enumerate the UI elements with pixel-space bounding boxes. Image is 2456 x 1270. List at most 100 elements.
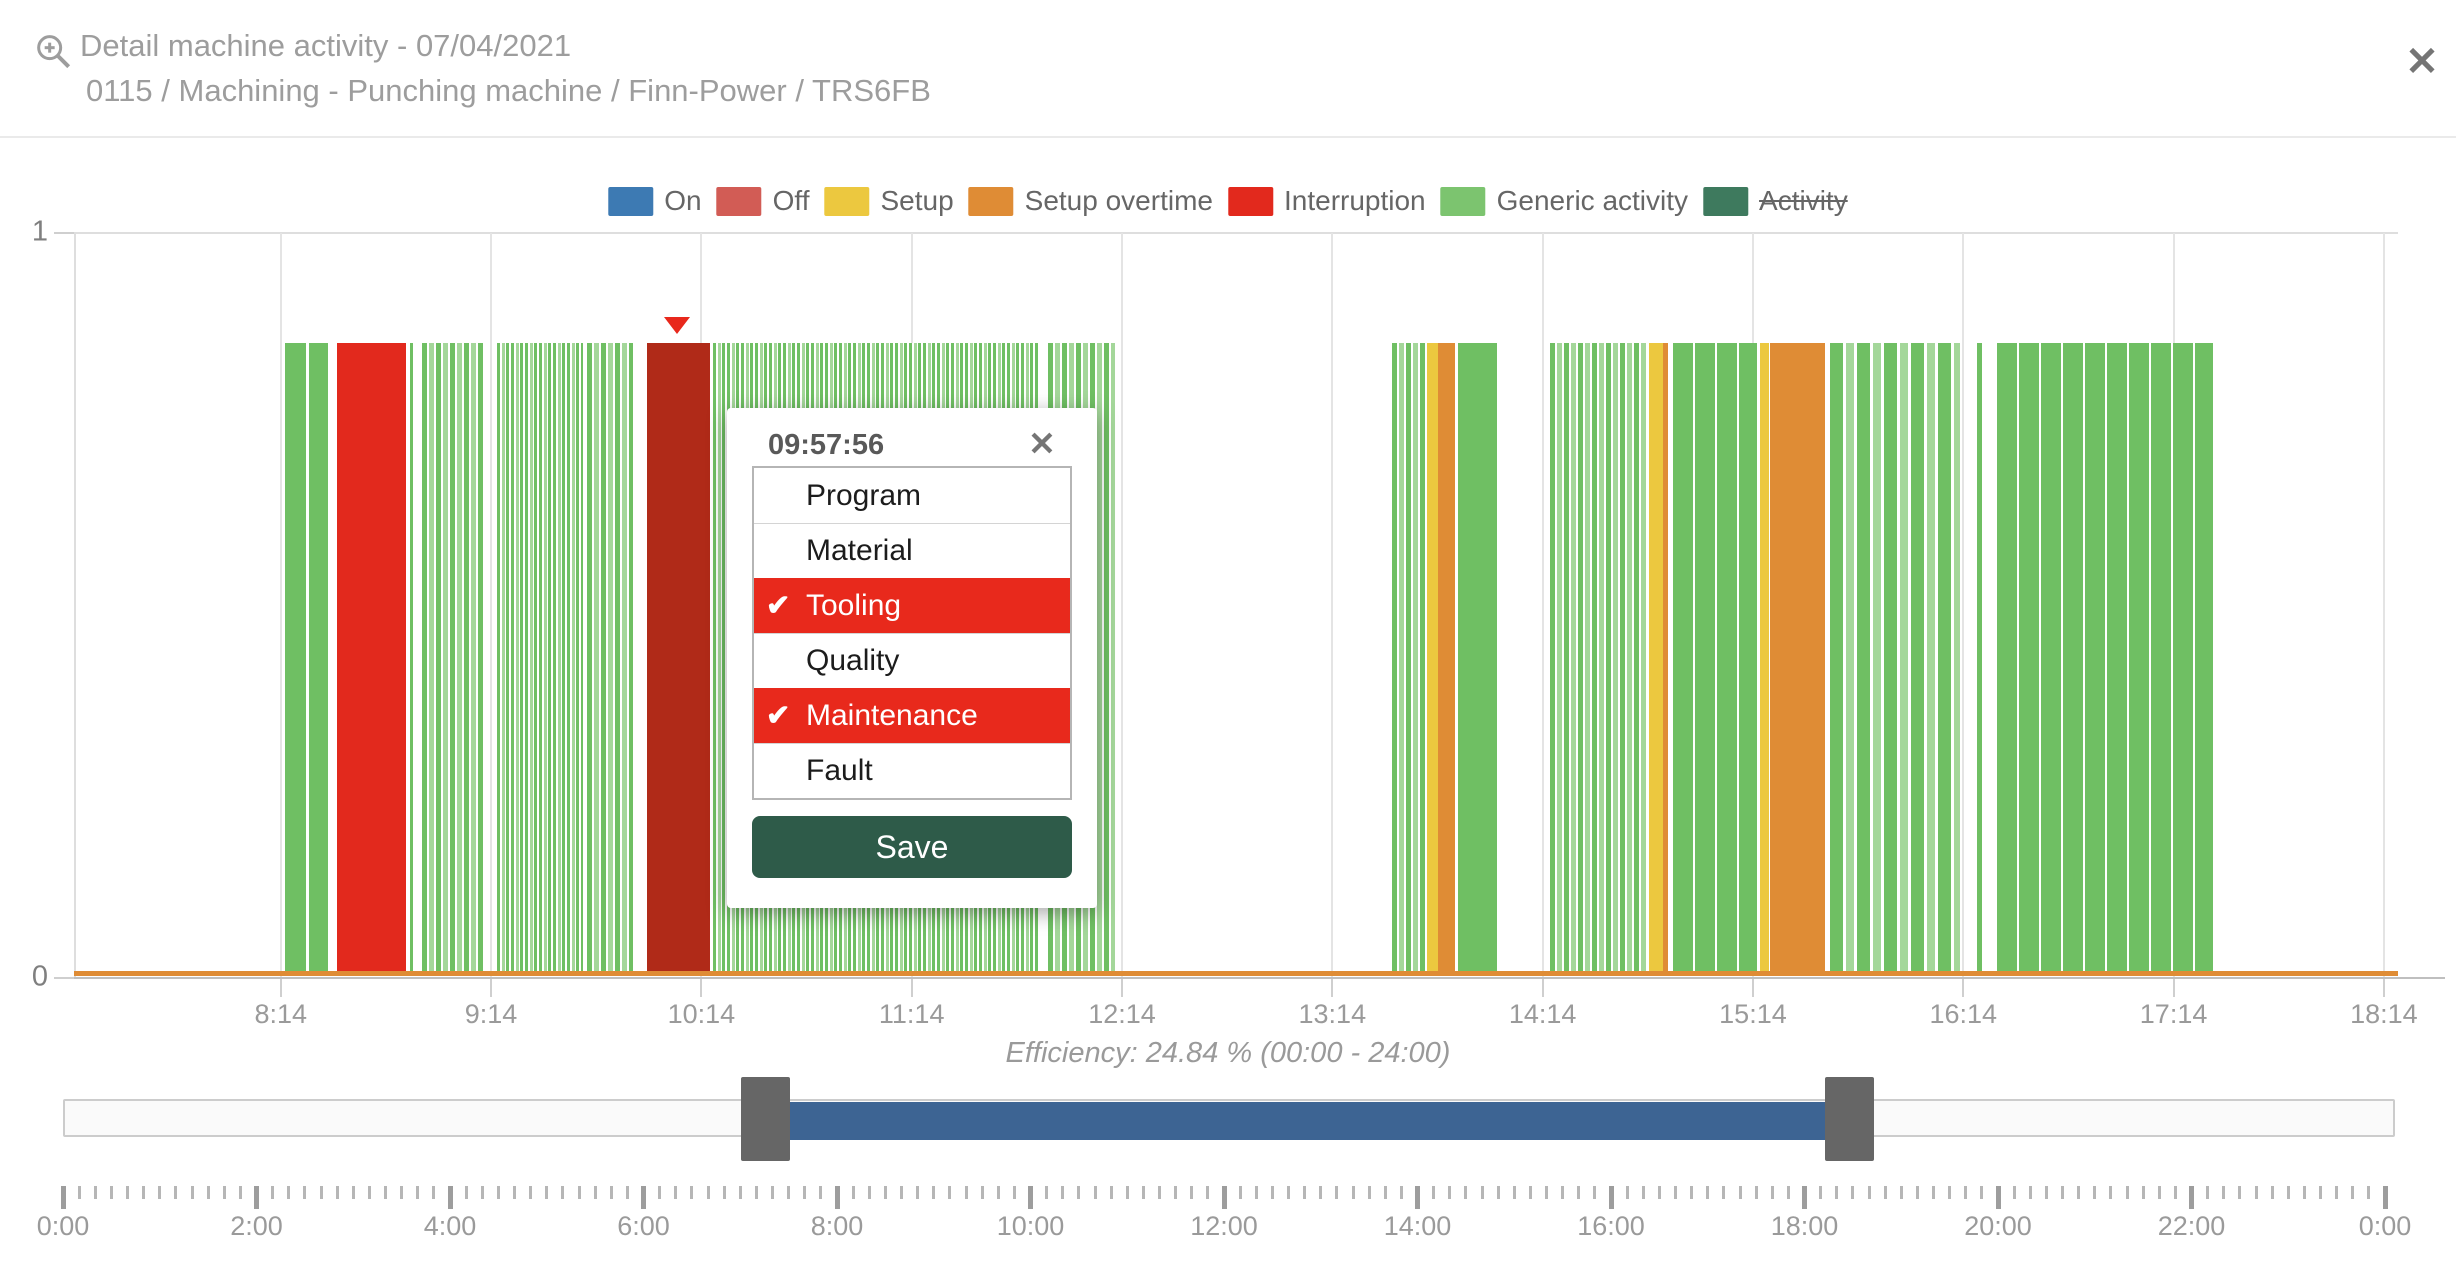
- ruler-minor-tick: [1786, 1186, 1790, 1199]
- popup-item-fault[interactable]: Fault: [754, 743, 1070, 798]
- ruler-label: 4:00: [423, 1211, 477, 1241]
- ruler-minor-tick: [206, 1186, 210, 1199]
- gridline-16-14: [1962, 233, 1965, 977]
- chart-legend: On Off Setup Setup overtime Interruption Gene…: [608, 185, 1848, 217]
- activity-bar-segment-generic[interactable]: [1458, 343, 1497, 972]
- legend-item-generic-activity[interactable]: Generic activity: [1440, 185, 1689, 217]
- y-axis-line: [74, 232, 76, 979]
- ruler-minor-tick: [2319, 1186, 2322, 1199]
- x-axis-tick: [910, 979, 913, 997]
- activity-bar-segment-generic[interactable]: [1976, 343, 1983, 972]
- ruler-minor-tick: [190, 1186, 194, 1199]
- x-axis-label: 11:14: [878, 999, 945, 1029]
- ruler-minor-tick: [545, 1186, 549, 1199]
- ruler-label: 2:00: [230, 1211, 283, 1241]
- ruler-minor-tick: [496, 1186, 500, 1199]
- ruler-minor-tick: [1754, 1186, 1758, 1199]
- ruler-minor-tick: [2254, 1186, 2258, 1199]
- ruler-minor-tick: [1464, 1186, 1468, 1199]
- activity-bar-segment-generic[interactable]: [1550, 343, 1648, 972]
- ruler-minor-tick: [384, 1186, 387, 1199]
- ruler-minor-tick: [980, 1186, 984, 1199]
- activity-bar-segment-generic[interactable]: [1829, 343, 1960, 972]
- ruler-minor-tick: [1109, 1186, 1113, 1199]
- gridline-12-14: [1121, 233, 1123, 977]
- activity-bar-segment-setup_overtime[interactable]: [1438, 343, 1455, 972]
- ruler-label: 12:00: [1190, 1211, 1258, 1241]
- ruler-minor-tick: [754, 1186, 758, 1199]
- activity-bar-segment-generic[interactable]: [496, 343, 583, 972]
- ruler-label: 18:00: [1770, 1211, 1839, 1241]
- slider-handle-left[interactable]: [740, 1077, 790, 1161]
- ruler-minor-tick: [851, 1186, 855, 1199]
- legend-label: Generic activity: [1496, 185, 1689, 216]
- ruler-major-tick: [1221, 1186, 1227, 1209]
- slider-handle-right[interactable]: [1824, 1077, 1874, 1161]
- ruler-minor-tick: [561, 1186, 565, 1199]
- popup-close-icon[interactable]: ✕: [1020, 424, 1064, 464]
- activity-bar-segment-generic[interactable]: [1996, 343, 2213, 972]
- activity-bar-segment-generic[interactable]: [308, 343, 329, 972]
- legend-item-on[interactable]: On: [608, 185, 702, 217]
- legend-item-setup[interactable]: Setup: [824, 185, 954, 217]
- ruler-minor-tick: [1125, 1186, 1129, 1199]
- ruler-minor-tick: [706, 1186, 710, 1199]
- activity-bar-segment-interruption[interactable]: [336, 343, 407, 972]
- ruler-minor-tick: [1367, 1186, 1371, 1199]
- popup-item-program[interactable]: Program: [754, 468, 1070, 523]
- ruler-minor-tick: [1254, 1186, 1258, 1199]
- ruler-minor-tick: [126, 1186, 129, 1199]
- ruler-minor-tick: [738, 1186, 742, 1199]
- activity-bar-segment-setup[interactable]: [1426, 343, 1439, 972]
- save-button[interactable]: Save: [752, 816, 1072, 878]
- legend-item-setup-overtime[interactable]: Setup overtime: [968, 185, 1213, 217]
- ruler-minor-tick: [432, 1186, 436, 1199]
- setup-overtime-baseline-strip[interactable]: [74, 971, 2398, 976]
- ruler-minor-tick: [351, 1186, 355, 1199]
- activity-bar-segment-setup[interactable]: [1759, 343, 1769, 972]
- activity-bar-segment-generic[interactable]: [284, 343, 307, 972]
- ruler-major-tick: [1608, 1186, 1614, 1209]
- ruler-minor-tick: [529, 1186, 533, 1199]
- gridline-y1: [56, 232, 2398, 234]
- ruler-minor-tick: [1287, 1186, 1290, 1199]
- legend-item-activity[interactable]: Activity: [1703, 185, 1848, 217]
- zoom-magnifier-icon: [33, 31, 73, 76]
- activity-bar-segment-generic[interactable]: [410, 343, 414, 972]
- ruler-minor-tick: [2173, 1186, 2177, 1199]
- gridline-9-14: [490, 233, 493, 977]
- legend-item-off[interactable]: Off: [716, 185, 809, 217]
- ruler-minor-tick: [996, 1186, 1000, 1199]
- dialog-close-icon[interactable]: ✕: [2398, 38, 2446, 86]
- x-axis-tick: [2172, 979, 2175, 997]
- ruler-minor-tick: [1980, 1186, 1984, 1199]
- popup-item-tooling[interactable]: ✔ Tooling: [754, 578, 1070, 633]
- ruler-minor-tick: [1577, 1186, 1581, 1199]
- activity-bar-segment-setup[interactable]: [1649, 343, 1663, 972]
- ruler-minor-tick: [77, 1186, 81, 1199]
- ruler-label: 10:00: [996, 1211, 1065, 1241]
- legend-item-interruption[interactable]: Interruption: [1227, 185, 1426, 217]
- ruler-minor-tick: [1383, 1186, 1387, 1199]
- activity-bar-segment-interruption_classified[interactable]: [646, 343, 710, 972]
- ruler-minor-tick: [1174, 1186, 1178, 1199]
- activity-bar-segment-generic[interactable]: [422, 343, 484, 972]
- popup-item-quality[interactable]: Quality: [754, 633, 1070, 688]
- ruler-major-tick: [2189, 1186, 2194, 1209]
- slider-selected-range[interactable]: [789, 1102, 1825, 1140]
- ruler-minor-tick: [1964, 1186, 1968, 1199]
- activity-bar-segment-generic[interactable]: [1392, 343, 1427, 972]
- activity-bar-segment-generic[interactable]: [1673, 343, 1757, 972]
- ruler-minor-tick: [480, 1186, 484, 1199]
- ruler-major-tick: [447, 1186, 453, 1209]
- popup-item-material[interactable]: Material: [754, 523, 1070, 578]
- ruler-minor-tick: [287, 1186, 291, 1199]
- popup-item-maintenance[interactable]: ✔ Maintenance: [754, 688, 1070, 743]
- activity-bar-segment-setup_overtime[interactable]: [1769, 343, 1825, 972]
- ruler-minor-tick: [1819, 1186, 1823, 1199]
- ruler-minor-tick: [1883, 1186, 1887, 1199]
- activity-bar-segment-generic[interactable]: [586, 343, 633, 972]
- activity-bar-segment-setup_overtime[interactable]: [1662, 343, 1668, 972]
- ruler-minor-tick: [1238, 1186, 1242, 1199]
- ruler-minor-tick: [1593, 1186, 1597, 1199]
